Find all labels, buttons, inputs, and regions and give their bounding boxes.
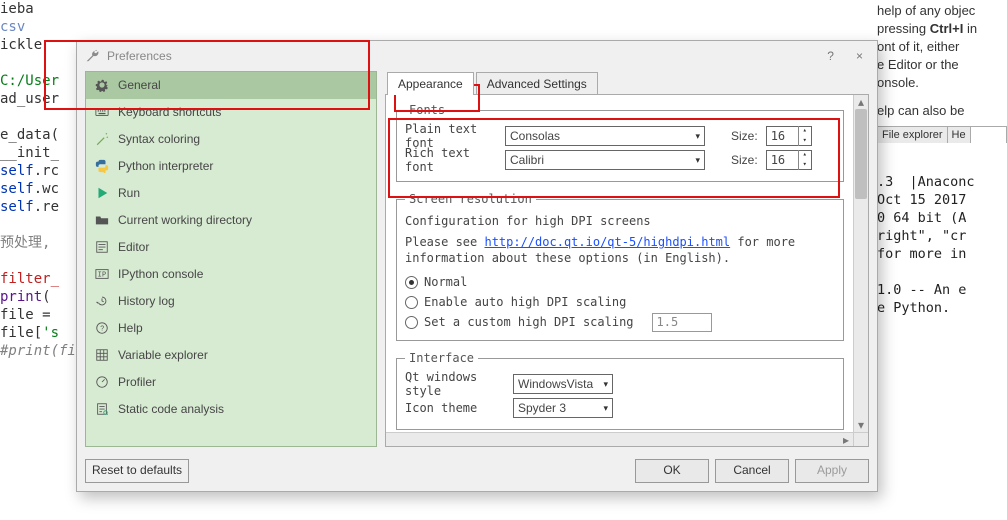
profiler-icon: [94, 374, 110, 390]
ok-button[interactable]: OK: [635, 459, 709, 483]
category-pane: General Keyboard shortcuts Syntax coloring…: [85, 71, 377, 447]
category-item-general[interactable]: General: [86, 72, 376, 99]
category-label: Variable explorer: [118, 348, 208, 362]
category-label: Static code analysis: [118, 402, 224, 416]
help-pane: help of any objec pressing Ctrl+I in ont…: [873, 0, 1007, 317]
interface-legend: Interface: [405, 351, 478, 365]
category-item-python-interpreter[interactable]: Python interpreter: [86, 153, 376, 180]
category-label: Editor: [118, 240, 149, 254]
settings-pane: Appearance Advanced Settings Fonts Plain…: [385, 71, 869, 447]
tab-help[interactable]: He: [948, 127, 971, 143]
ipython-icon: IP: [94, 266, 110, 282]
static-icon: [94, 401, 110, 417]
tab-content-appearance: Fonts Plain text font Consolas ▾ Size:: [386, 95, 868, 446]
category-item-editor[interactable]: Editor: [86, 234, 376, 261]
category-label: Run: [118, 186, 140, 200]
dialog-title: Preferences: [107, 49, 172, 63]
screen-legend: Screen resolution: [405, 192, 536, 206]
radio-custom-dpi[interactable]: Set a custom high DPI scaling 1.5: [405, 312, 835, 332]
category-label: Python interpreter: [118, 159, 213, 173]
svg-text:?: ?: [100, 326, 104, 333]
horizontal-scrollbar[interactable]: ▸: [386, 432, 853, 446]
icon-theme-select[interactable]: Spyder 3 ▾: [513, 398, 613, 418]
reset-defaults-button[interactable]: Reset to defaults: [85, 459, 189, 483]
category-item-help[interactable]: ? Help: [86, 315, 376, 342]
rich-font-size-label: Size:: [731, 153, 758, 167]
category-label: IPython console: [118, 267, 203, 281]
category-list[interactable]: General Keyboard shortcuts Syntax coloring…: [86, 72, 376, 446]
tab-appearance[interactable]: Appearance: [387, 72, 474, 95]
scroll-right-icon[interactable]: ▸: [839, 433, 853, 446]
category-label: General: [118, 78, 161, 92]
rich-font-label: Rich text font: [405, 146, 497, 174]
table-icon: [94, 347, 110, 363]
category-label: Current working directory: [118, 213, 252, 227]
qt-style-select[interactable]: WindowsVista ▾: [513, 374, 613, 394]
tab-advanced-settings[interactable]: Advanced Settings: [476, 72, 598, 95]
category-item-static-code-analysis[interactable]: Static code analysis: [86, 396, 376, 423]
category-item-keyboard-shortcuts[interactable]: Keyboard shortcuts: [86, 99, 376, 126]
preferences-dialog: Preferences ? × General Keyboard shortcut…: [76, 40, 878, 492]
scroll-down-icon[interactable]: ▾: [854, 418, 868, 432]
chevron-down-icon: ▾: [695, 131, 700, 142]
editor-icon: [94, 239, 110, 255]
folder-icon: [94, 212, 110, 228]
scroll-thumb[interactable]: [855, 109, 867, 199]
category-label: Profiler: [118, 375, 156, 389]
highdpi-link[interactable]: http://doc.qt.io/qt-5/highdpi.html: [484, 235, 730, 249]
scroll-up-icon[interactable]: ▴: [854, 95, 868, 109]
tab-file-explorer[interactable]: File explorer: [878, 127, 948, 143]
chevron-down-icon: ▾: [603, 379, 608, 390]
interface-group: Interface Qt windows style WindowsVista …: [396, 351, 844, 430]
category-item-run[interactable]: Run: [86, 180, 376, 207]
plain-font-size-label: Size:: [731, 129, 758, 143]
fonts-group: Fonts Plain text font Consolas ▾ Size:: [396, 103, 844, 182]
console-output: .3 |Anaconc Oct 15 2017 0 64 bit (A righ…: [877, 173, 1007, 317]
category-label: History log: [118, 294, 175, 308]
category-item-ipython-console[interactable]: IP IPython console: [86, 261, 376, 288]
cancel-button[interactable]: Cancel: [715, 459, 789, 483]
radio-auto-dpi[interactable]: Enable auto high DPI scaling: [405, 292, 835, 312]
tab-strip: Appearance Advanced Settings: [385, 71, 869, 95]
radio-normal[interactable]: Normal: [405, 272, 835, 292]
plain-font-select[interactable]: Consolas ▾: [505, 126, 705, 146]
dialog-close-button[interactable]: ×: [850, 45, 869, 67]
chevron-down-icon: ▾: [603, 403, 608, 414]
dialog-help-button[interactable]: ?: [821, 45, 840, 67]
screen-resolution-group: Screen resolution Configuration for high…: [396, 192, 844, 341]
category-item-profiler[interactable]: Profiler: [86, 369, 376, 396]
vertical-scrollbar[interactable]: ▴ ▾: [853, 95, 868, 432]
help-icon: ?: [94, 320, 110, 336]
custom-dpi-input[interactable]: 1.5: [652, 313, 712, 332]
help-tabs: File explorer He: [877, 126, 1007, 143]
category-item-history-log[interactable]: History log: [86, 288, 376, 315]
category-item-current-working-directory[interactable]: Current working directory: [86, 207, 376, 234]
rich-font-select[interactable]: Calibri ▾: [505, 150, 705, 170]
plain-font-size-spinner[interactable]: 16 ▴▾: [766, 126, 812, 146]
svg-text:IP: IP: [98, 271, 106, 279]
category-label: Syntax coloring: [118, 132, 200, 146]
fonts-legend: Fonts: [405, 103, 449, 117]
help-text: help of any objec pressing Ctrl+I in ont…: [877, 2, 1007, 120]
history-icon: [94, 293, 110, 309]
dialog-titlebar[interactable]: Preferences ? ×: [77, 41, 877, 71]
screen-desc2: Please see http://doc.qt.io/qt-5/highdpi…: [405, 234, 835, 266]
play-icon: [94, 185, 110, 201]
keyboard-icon: [94, 104, 110, 120]
wand-icon: [94, 131, 110, 147]
category-label: Keyboard shortcuts: [118, 105, 221, 119]
rich-font-size-spinner[interactable]: 16 ▴▾: [766, 150, 812, 170]
category-item-variable-explorer[interactable]: Variable explorer: [86, 342, 376, 369]
category-item-syntax-coloring[interactable]: Syntax coloring: [86, 126, 376, 153]
chevron-down-icon: ▾: [695, 155, 700, 166]
category-label: Help: [118, 321, 143, 335]
wrench-icon: [85, 49, 99, 63]
dialog-footer: Reset to defaults OK Cancel Apply: [77, 455, 877, 491]
gear-icon: [94, 77, 110, 93]
qt-style-label: Qt windows style: [405, 370, 505, 398]
python-icon: [94, 158, 110, 174]
apply-button[interactable]: Apply: [795, 459, 869, 483]
screen-desc: Configuration for high DPI screens: [405, 214, 835, 228]
icon-theme-label: Icon theme: [405, 401, 505, 415]
